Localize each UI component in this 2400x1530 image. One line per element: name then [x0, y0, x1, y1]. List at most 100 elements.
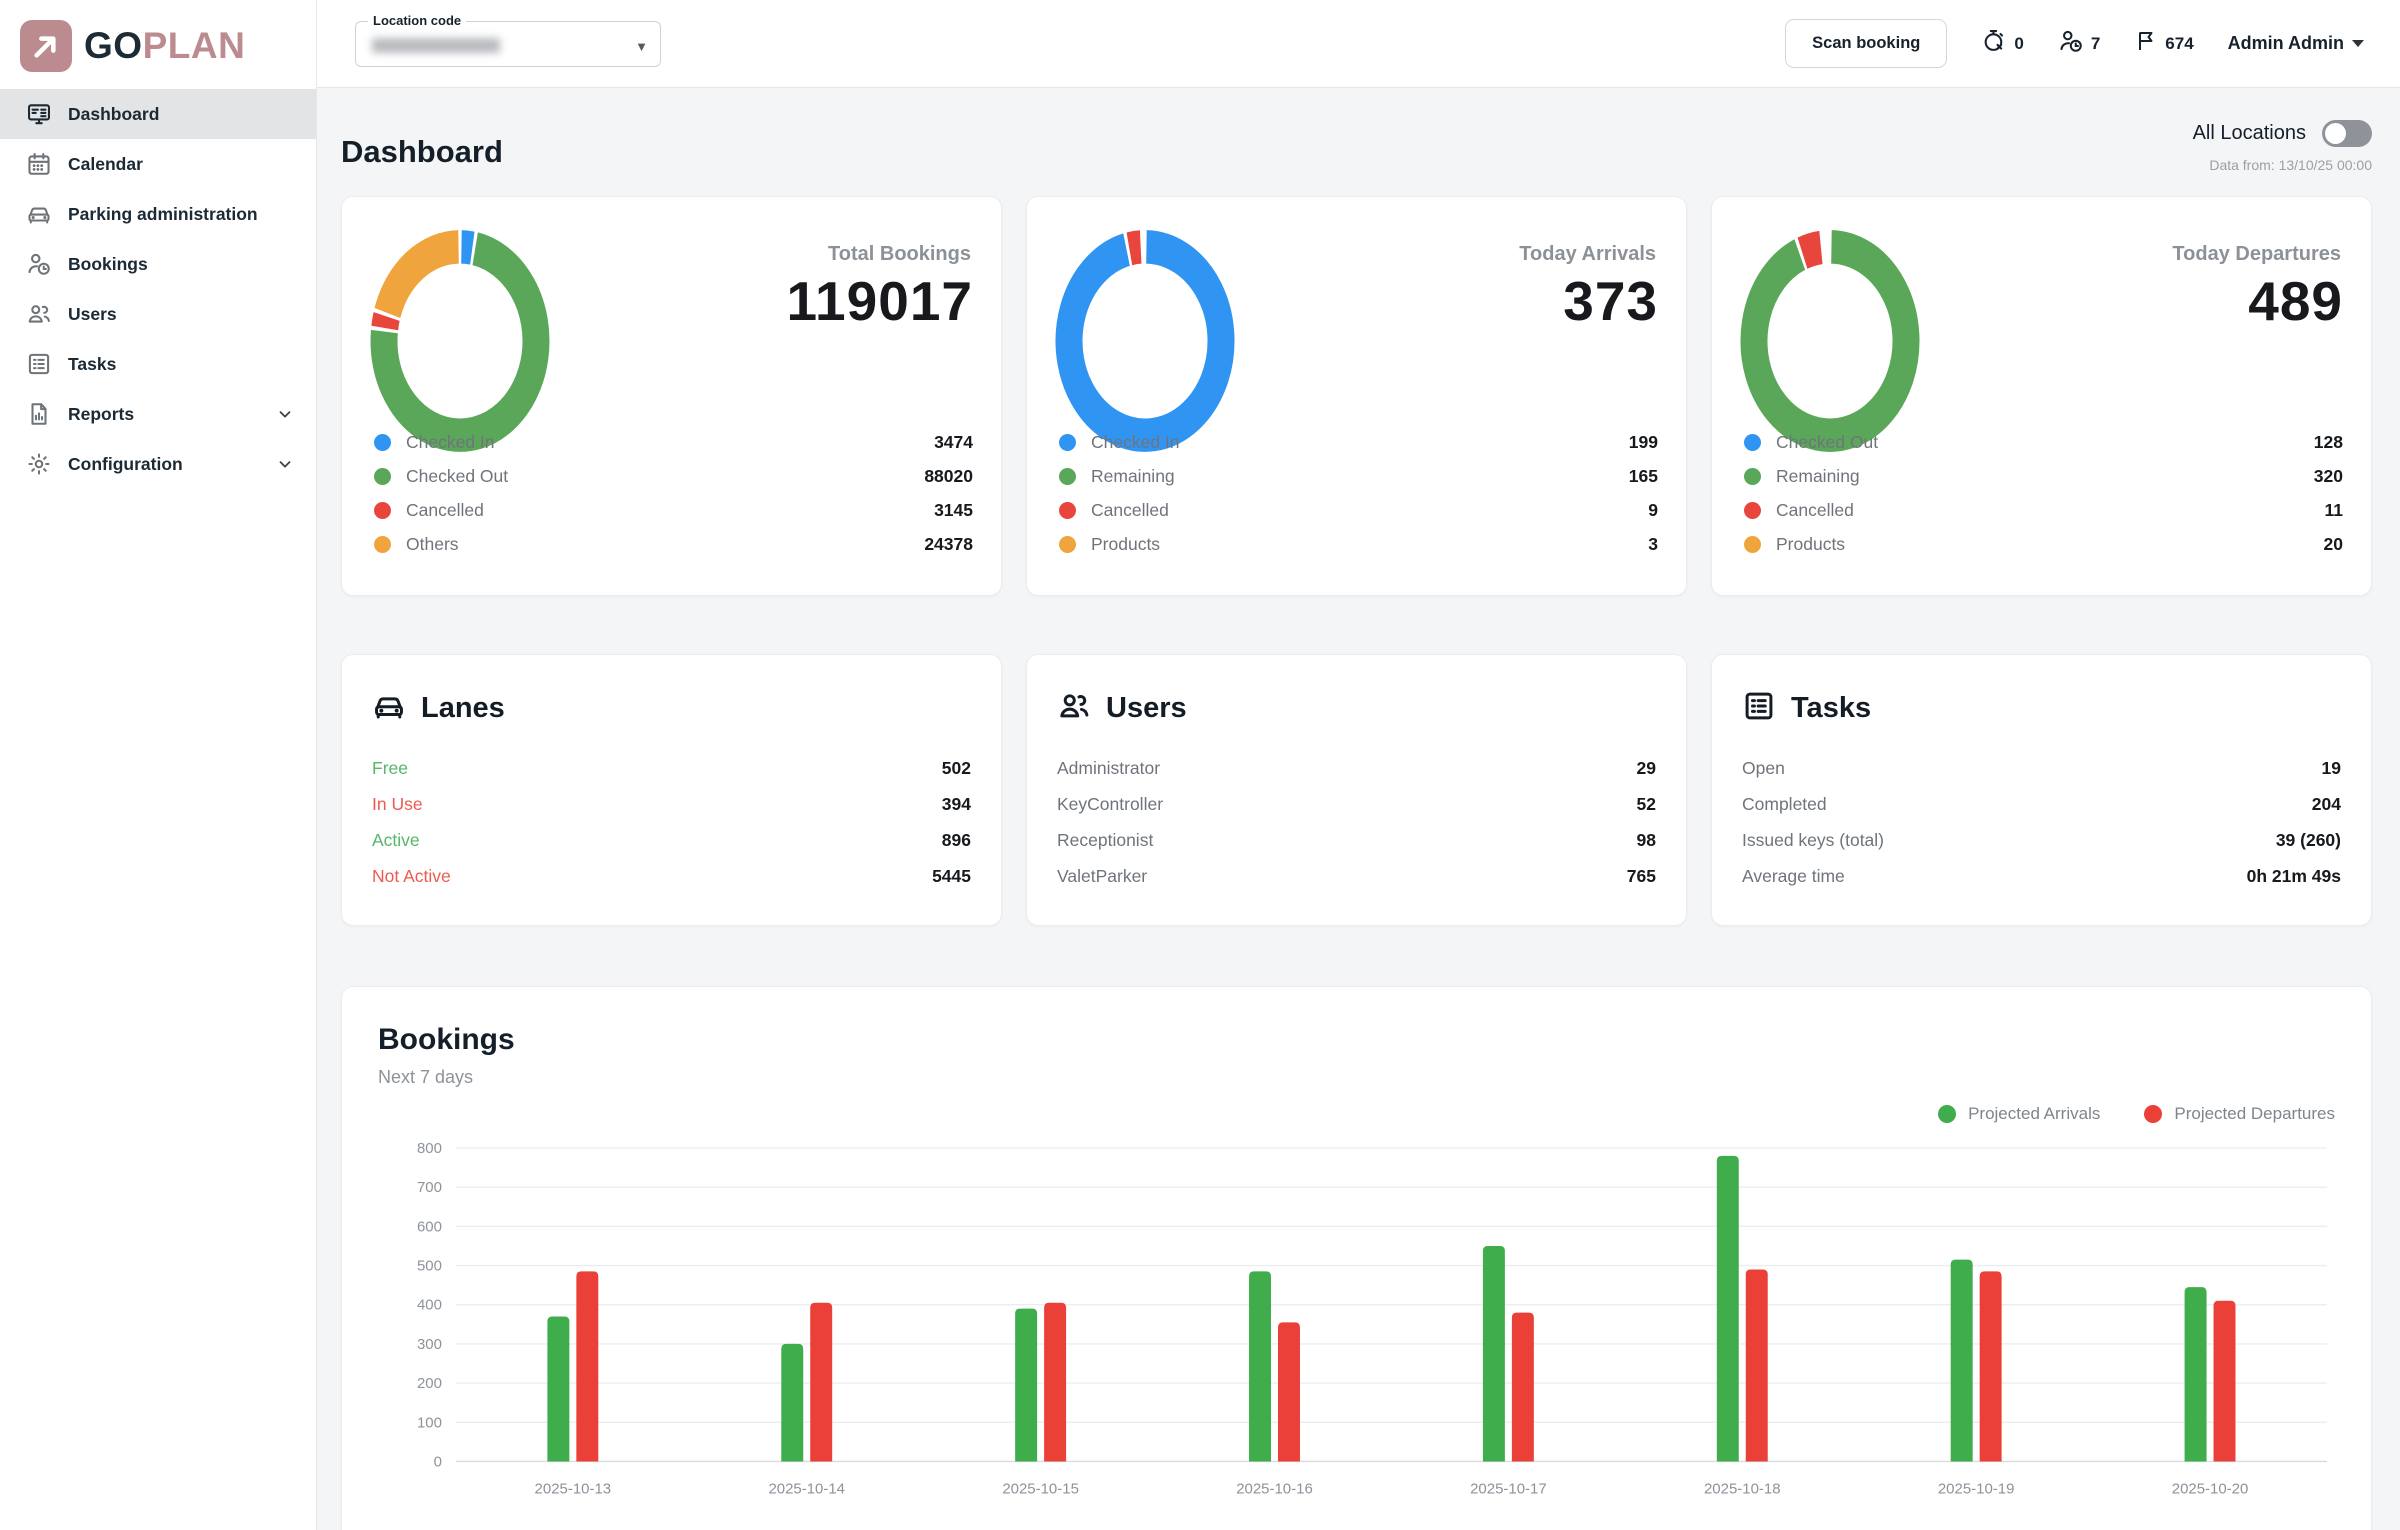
scan-booking-button[interactable]: Scan booking [1785, 19, 1947, 68]
legend-value: 24378 [924, 534, 973, 555]
bar-projected-departures[interactable] [2214, 1301, 2236, 1462]
donut-segment[interactable] [461, 247, 472, 248]
chevron-down-icon: ▼ [635, 39, 648, 54]
donut-segment[interactable] [1754, 247, 1906, 435]
logo-text-go: GO [84, 25, 143, 66]
sidebar-item-bookings[interactable]: Bookings [0, 239, 316, 289]
stat-card-legend: Checked Out128Remaining320Cancelled11Pro… [1744, 425, 2343, 561]
legend-value: 20 [2324, 534, 2343, 555]
car-icon [372, 689, 406, 728]
sidebar-item-users[interactable]: Users [0, 289, 316, 339]
bar-projected-arrivals[interactable] [1249, 1271, 1271, 1461]
info-row-value: 5445 [932, 866, 971, 887]
sidebar-item-calendar[interactable]: Calendar [0, 139, 316, 189]
y-axis-tick: 700 [417, 1179, 442, 1196]
bar-projected-departures[interactable] [810, 1303, 832, 1462]
location-code-select[interactable]: Location code ▼ [355, 21, 661, 67]
person-clock-counter[interactable]: 7 [2058, 28, 2100, 59]
app-logo[interactable]: GOPLAN [0, 0, 316, 88]
bar-projected-departures[interactable] [1278, 1322, 1300, 1461]
info-row-label: In Use [372, 794, 423, 815]
bar-projected-departures[interactable] [1980, 1271, 2002, 1461]
info-row: KeyController52 [1057, 786, 1656, 822]
stat-card-total: 373 [1563, 269, 1658, 333]
bar-projected-departures[interactable] [576, 1271, 598, 1461]
donut-segment[interactable] [1069, 247, 1221, 435]
bar-projected-departures[interactable] [1044, 1303, 1066, 1462]
legend-label: Products [1091, 534, 1160, 555]
donut-segment[interactable] [1802, 247, 1820, 253]
location-code-value-redacted [372, 38, 500, 53]
x-axis-tick: 2025-10-15 [1002, 1480, 1079, 1497]
main-content: Dashboard All Locations Data from: 13/10… [317, 88, 2400, 1530]
info-card-lanes: LanesFree502In Use394Active896Not Active… [341, 654, 1002, 926]
sidebar-item-dashboard[interactable]: Dashboard [0, 89, 316, 139]
legend-value: 199 [1629, 432, 1658, 453]
legend-value: 88020 [924, 466, 973, 487]
sidebar-item-configuration[interactable]: Configuration [0, 439, 316, 489]
info-row-label: KeyController [1057, 794, 1163, 815]
legend-item-arrivals[interactable]: Projected Arrivals [1938, 1104, 2100, 1124]
sidebar-menu: DashboardCalendarParking administration B… [0, 89, 316, 489]
bar-projected-arrivals[interactable] [1483, 1246, 1505, 1462]
sidebar-item-reports[interactable]: Reports [0, 389, 316, 439]
flag-counter[interactable]: 674 [2134, 29, 2193, 58]
bar-projected-arrivals[interactable] [1015, 1309, 1037, 1462]
location-code-label: Location code [368, 13, 466, 28]
legend-label: Remaining [1091, 466, 1175, 487]
all-locations-toggle[interactable] [2322, 120, 2372, 147]
info-row: Average time0h 21m 49s [1742, 858, 2341, 894]
users-icon [1057, 689, 1091, 728]
legend-value: 3474 [934, 432, 973, 453]
flag-count: 674 [2165, 34, 2193, 54]
legend-value: 3 [1648, 534, 1658, 555]
stat-card-title: Total Bookings [828, 243, 971, 266]
bar-projected-arrivals[interactable] [2185, 1287, 2207, 1461]
topbar: Location code ▼ Scan booking 0 7 [317, 0, 2400, 88]
page-header-right: All Locations Data from: 13/10/25 00:00 [2193, 106, 2372, 173]
legend-row: Checked Out88020 [374, 459, 973, 493]
stat-card-total: 119017 [787, 269, 974, 333]
legend-row: Cancelled9 [1059, 493, 1658, 527]
bar-projected-departures[interactable] [1512, 1313, 1534, 1462]
chevron-down-icon [276, 405, 294, 423]
info-row-value: 39 (260) [2276, 830, 2341, 851]
donut-segment[interactable] [385, 316, 387, 328]
topbar-actions: Scan booking 0 7 [1785, 19, 2400, 68]
departures-legend-label: Projected Departures [2174, 1104, 2335, 1124]
bar-projected-arrivals[interactable] [547, 1316, 569, 1461]
x-axis-tick: 2025-10-13 [535, 1480, 612, 1497]
legend-value: 128 [2314, 432, 2343, 453]
info-row: Administrator29 [1057, 750, 1656, 786]
legend-dot [1744, 468, 1761, 485]
info-row-label: Administrator [1057, 758, 1160, 779]
user-menu[interactable]: Admin Admin [2228, 33, 2364, 54]
info-row-value: 19 [2322, 758, 2341, 779]
info-row-value: 98 [1637, 830, 1656, 851]
tasks-icon [26, 351, 52, 377]
bar-projected-arrivals[interactable] [1717, 1156, 1739, 1462]
sidebar-item-label: Bookings [68, 254, 148, 275]
legend-dot [1744, 434, 1761, 451]
legend-value: 320 [2314, 466, 2343, 487]
page-header: Dashboard All Locations Data from: 13/10… [341, 106, 2372, 196]
info-row-value: 765 [1627, 866, 1656, 887]
bar-projected-arrivals[interactable] [781, 1344, 803, 1462]
report-icon [26, 401, 52, 427]
info-card-users: UsersAdministrator29KeyController52Recep… [1026, 654, 1687, 926]
legend-label: Checked Out [1776, 432, 1878, 453]
stat-card-title: Today Arrivals [1519, 243, 1656, 266]
sidebar-item-parking-administration[interactable]: Parking administration [0, 189, 316, 239]
donut-segment[interactable] [387, 247, 458, 313]
x-axis-tick: 2025-10-17 [1470, 1480, 1547, 1497]
bar-projected-departures[interactable] [1746, 1269, 1768, 1461]
x-axis-tick: 2025-10-19 [1938, 1480, 2015, 1497]
bar-projected-arrivals[interactable] [1951, 1260, 1973, 1462]
timer-counter[interactable]: 0 [1981, 28, 2023, 59]
legend-item-departures[interactable]: Projected Departures [2144, 1104, 2335, 1124]
sidebar-item-tasks[interactable]: Tasks [0, 339, 316, 389]
donut-segment[interactable] [1129, 247, 1140, 249]
info-card-title: Users [1106, 692, 1187, 725]
legend-label: Products [1776, 534, 1845, 555]
x-axis-tick: 2025-10-16 [1236, 1480, 1313, 1497]
